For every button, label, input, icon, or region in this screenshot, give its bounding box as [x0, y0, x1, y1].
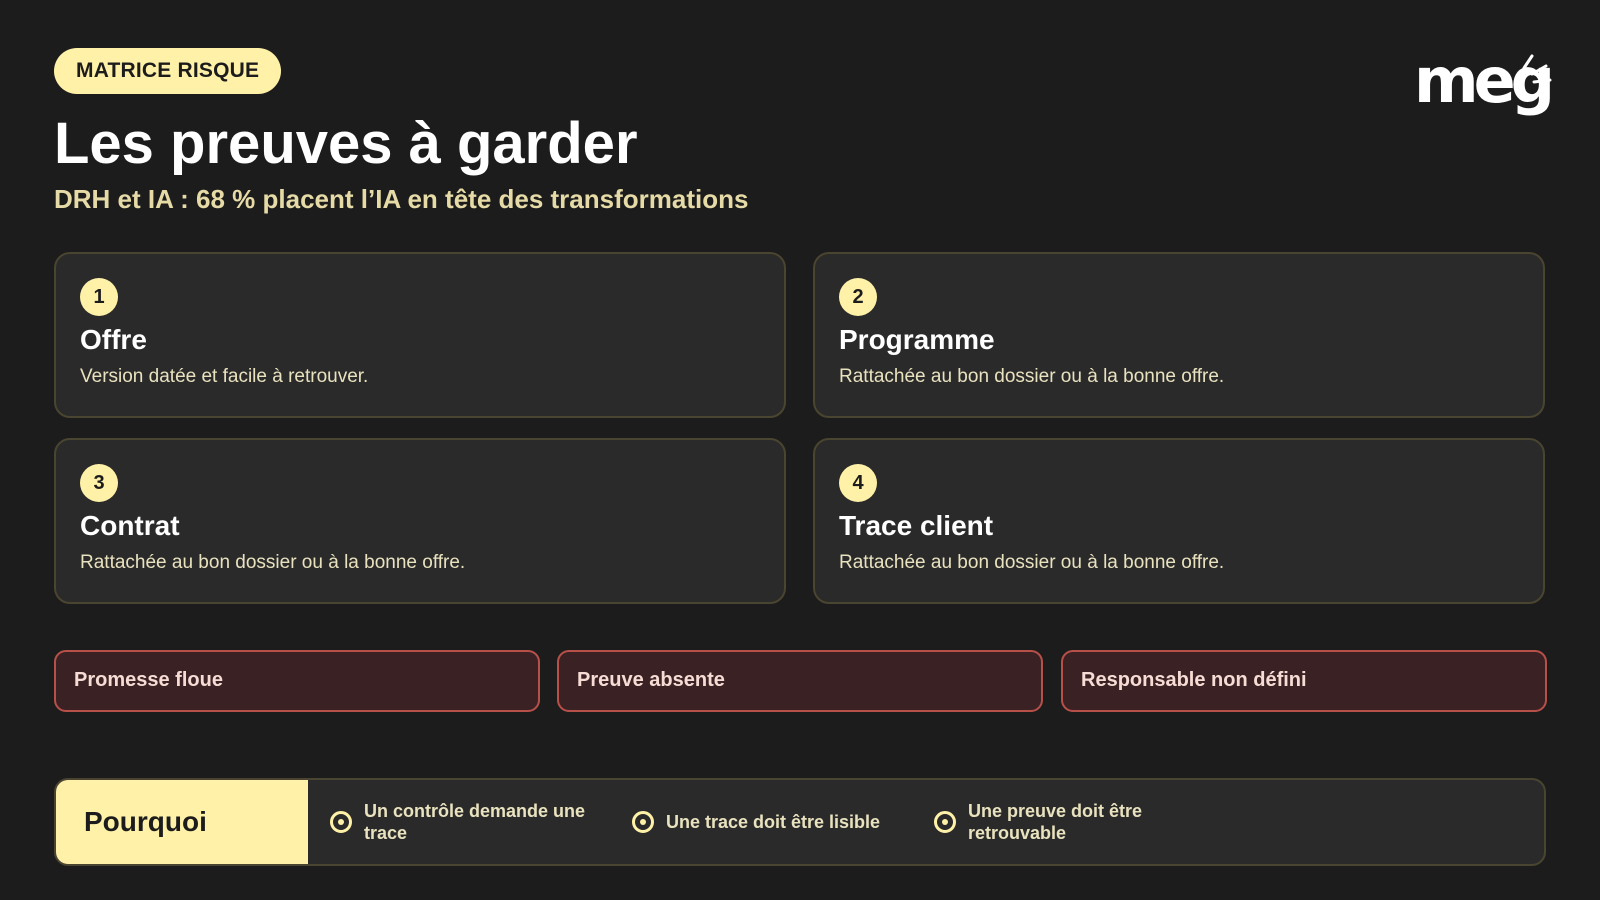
card-title: Programme [839, 324, 995, 355]
why-item-text: Une trace doit être lisible [666, 812, 881, 832]
card-number: 1 [80, 278, 118, 316]
proof-card-1: 1 Offre Version datée et facile à retrou… [54, 252, 786, 418]
card-title: Contrat [80, 510, 180, 541]
risk-tag-responsable-non-defini: Responsable non défini [1061, 650, 1547, 712]
card-description: Version datée et facile à retrouver. [80, 366, 369, 387]
brand-logo: meg [1414, 50, 1555, 120]
card-description: Rattachée au bon dossier ou à la bonne o… [839, 552, 1225, 573]
why-item-3: Une preuve doit être retrouvable [934, 780, 1174, 864]
page-title: Les preuves à garder [54, 111, 638, 176]
radio-dot-icon [632, 811, 654, 833]
card-title: Offre [80, 324, 147, 355]
category-badge: MATRICE RISQUE [54, 48, 282, 94]
why-item-2: Une trace doit être lisible [632, 780, 902, 864]
spark-icon [1522, 54, 1552, 84]
card-title: Trace client [839, 510, 994, 541]
proof-card-3: 3 Contrat Rattachée au bon dossier ou à … [54, 438, 786, 604]
risk-tag-preuve-absente: Preuve absente [557, 650, 1043, 712]
risk-tag-promesse-floue: Promesse floue [54, 650, 540, 712]
card-description: Rattachée au bon dossier ou à la bonne o… [80, 552, 466, 573]
why-item-1: Un contrôle demande une trace [330, 780, 600, 864]
proof-card-4: 4 Trace client Rattachée au bon dossier … [813, 438, 1545, 604]
page-subtitle: DRH et IA : 68 % placent l’IA en tête de… [54, 184, 749, 214]
why-label: Pourquoi [56, 780, 308, 864]
card-number: 4 [839, 464, 877, 502]
why-item-text: Un contrôle demande une trace [364, 801, 586, 843]
radio-dot-icon [934, 811, 956, 833]
radio-dot-icon [330, 811, 352, 833]
card-description: Rattachée au bon dossier ou à la bonne o… [839, 366, 1225, 387]
why-panel: Pourquoi Un contrôle demande une trace U… [54, 778, 1546, 866]
card-number: 2 [839, 278, 877, 316]
card-number: 3 [80, 464, 118, 502]
proof-card-2: 2 Programme Rattachée au bon dossier ou … [813, 252, 1545, 418]
why-item-text: Une preuve doit être retrouvable [968, 801, 1143, 843]
